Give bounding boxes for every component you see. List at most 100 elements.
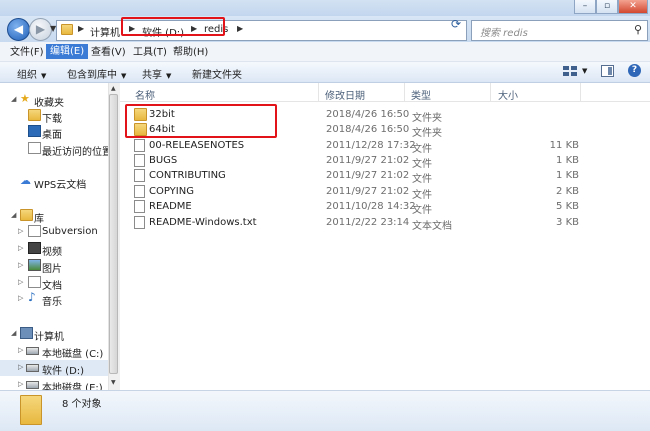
list-item[interactable]: README 2011/10/28 14:32 文件 5 KB bbox=[120, 199, 640, 216]
column-divider[interactable] bbox=[404, 83, 405, 101]
expand-toggle-icon[interactable]: ◢ bbox=[11, 329, 16, 337]
search-icon[interactable]: ⚲ bbox=[634, 23, 642, 36]
subversion-icon bbox=[28, 225, 41, 237]
nav-label: 库 bbox=[34, 214, 44, 225]
folder-icon bbox=[61, 24, 73, 35]
column-type[interactable]: 类型 bbox=[411, 87, 431, 102]
column-size[interactable]: 大小 bbox=[498, 87, 518, 102]
expand-toggle-icon[interactable]: ▷ bbox=[18, 363, 23, 371]
list-item[interactable]: COPYING 2011/9/27 21:02 文件 2 KB bbox=[120, 184, 640, 201]
nav-drive-c[interactable]: ▷ 本地磁盘 (C:) bbox=[0, 343, 118, 360]
list-item[interactable]: CONTRIBUTING 2011/9/27 21:02 文件 1 KB bbox=[120, 168, 640, 185]
nav-drive-d[interactable]: ▷ 软件 (D:) bbox=[0, 360, 118, 377]
nav-video[interactable]: ▷ 视频 bbox=[0, 241, 118, 258]
file-icon bbox=[134, 216, 145, 229]
column-name[interactable]: 名称 bbox=[135, 87, 155, 102]
nav-subversion[interactable]: ▷ Subversion bbox=[0, 224, 118, 240]
file-size: 11 KB bbox=[549, 140, 579, 151]
close-button[interactable]: ✕ bbox=[618, 0, 648, 14]
list-item[interactable]: README-Windows.txt 2011/2/22 23:14 文本文档 … bbox=[120, 215, 640, 232]
nav-scroll-thumb[interactable] bbox=[109, 94, 118, 374]
maximize-button[interactable]: ▫ bbox=[596, 0, 618, 14]
view-chevron-down-icon[interactable]: ▼ bbox=[582, 67, 587, 75]
recent-places-icon bbox=[28, 142, 41, 154]
library-icon bbox=[20, 209, 33, 221]
view-options-icon[interactable] bbox=[562, 65, 578, 77]
video-icon bbox=[28, 242, 41, 254]
list-item[interactable]: 00-RELEASENOTES 2011/12/28 17:32 文件 11 K… bbox=[120, 138, 640, 155]
expand-toggle-icon[interactable]: ▷ bbox=[18, 294, 23, 302]
file-icon bbox=[134, 200, 145, 213]
menu-help[interactable]: 帮助(H) bbox=[169, 45, 212, 60]
expand-toggle-icon[interactable]: ▷ bbox=[18, 244, 23, 252]
file-icon bbox=[134, 154, 145, 167]
organize-label: 组织 bbox=[17, 70, 37, 81]
breadcrumb-separator-icon[interactable]: ▶ bbox=[237, 24, 243, 33]
breadcrumb-computer[interactable]: 计算机 bbox=[90, 24, 120, 39]
drive-icon bbox=[26, 364, 39, 372]
organize-button[interactable]: 组织 ▼ bbox=[17, 66, 46, 81]
scroll-down-icon[interactable]: ▼ bbox=[111, 379, 116, 386]
drive-icon bbox=[26, 381, 39, 389]
star-icon: ★ bbox=[20, 92, 30, 105]
file-size: 1 KB bbox=[556, 155, 579, 166]
desktop-icon bbox=[28, 125, 41, 137]
expand-toggle-icon[interactable]: ▷ bbox=[18, 227, 23, 235]
expand-toggle-icon[interactable]: ◢ bbox=[11, 211, 16, 219]
nav-desktop[interactable]: 桌面 bbox=[0, 124, 118, 141]
expand-toggle-icon[interactable]: ▷ bbox=[18, 261, 23, 269]
scroll-up-icon[interactable]: ▲ bbox=[111, 85, 116, 92]
nav-documents[interactable]: ▷ 文档 bbox=[0, 275, 118, 292]
menu-tools[interactable]: 工具(T) bbox=[129, 45, 171, 60]
nav-label: WPS云文档 bbox=[34, 180, 87, 191]
downloads-folder-icon bbox=[28, 109, 41, 121]
refresh-icon[interactable]: ⟳ bbox=[451, 17, 461, 31]
column-divider[interactable] bbox=[318, 83, 319, 101]
file-icon bbox=[134, 185, 145, 198]
nav-computer[interactable]: ◢ 计算机 bbox=[0, 326, 118, 343]
nav-libraries[interactable]: ◢ 库 bbox=[0, 208, 118, 225]
file-name: README bbox=[149, 201, 192, 212]
nav-pictures[interactable]: ▷ 图片 bbox=[0, 258, 118, 275]
nav-recent[interactable]: 最近访问的位置 bbox=[0, 141, 118, 158]
music-icon: ♪ bbox=[28, 290, 36, 304]
file-name: README-Windows.txt bbox=[149, 217, 257, 228]
back-arrow-icon[interactable]: ◀ bbox=[7, 18, 30, 41]
minimize-button[interactable]: – bbox=[574, 0, 596, 14]
nav-label: 音乐 bbox=[42, 297, 62, 308]
forward-arrow-icon[interactable]: ▶ bbox=[29, 18, 52, 41]
include-library-button[interactable]: 包含到库中 ▼ bbox=[67, 66, 126, 81]
breadcrumb-separator-icon[interactable]: ▶ bbox=[78, 24, 84, 33]
column-modified[interactable]: 修改日期 bbox=[325, 87, 365, 102]
address-bar[interactable]: ▶ 计算机 ▶ 软件 (D:) ▶ redis ▶ ▼ bbox=[56, 20, 500, 41]
nav-downloads[interactable]: 下载 bbox=[0, 108, 118, 125]
column-divider[interactable] bbox=[580, 83, 581, 101]
column-divider[interactable] bbox=[490, 83, 491, 101]
list-item[interactable]: BUGS 2011/9/27 21:02 文件 1 KB bbox=[120, 153, 640, 170]
menu-file[interactable]: 文件(F) bbox=[6, 45, 48, 60]
navigation-pane: ◢ ★ 收藏夹 下载 桌面 最近访问的位置 ☁ WPS云文档 ◢ 库 ▷ Sub… bbox=[0, 83, 120, 394]
menu-view[interactable]: 查看(V) bbox=[87, 45, 130, 60]
include-library-label: 包含到库中 bbox=[67, 70, 117, 81]
search-input[interactable]: 搜索 redis ⚲ bbox=[471, 20, 648, 41]
share-button[interactable]: 共享 ▼ bbox=[142, 66, 171, 81]
nav-label: 本地磁盘 (C:) bbox=[42, 349, 104, 360]
expand-toggle-icon[interactable]: ▷ bbox=[18, 278, 23, 286]
menu-edit[interactable]: 编辑(E) bbox=[46, 44, 89, 59]
search-placeholder: 搜索 redis bbox=[480, 28, 528, 39]
status-bar: 8 个对象 bbox=[0, 390, 650, 431]
expand-toggle-icon[interactable]: ▷ bbox=[18, 346, 23, 354]
nav-music[interactable]: ▷ ♪ 音乐 bbox=[0, 290, 118, 308]
new-folder-button[interactable]: 新建文件夹 bbox=[192, 66, 242, 81]
nav-label: 视频 bbox=[42, 247, 62, 258]
expand-toggle-icon[interactable]: ▷ bbox=[18, 380, 23, 388]
expand-toggle-icon[interactable]: ◢ bbox=[11, 95, 16, 103]
annotation-highlight-folders bbox=[125, 104, 277, 138]
documents-icon bbox=[28, 276, 41, 288]
nav-label: 图片 bbox=[42, 264, 62, 275]
help-icon[interactable]: ? bbox=[628, 64, 641, 77]
nav-label: 计算机 bbox=[34, 332, 64, 343]
nav-wps[interactable]: ☁ WPS云文档 bbox=[0, 174, 118, 191]
nav-favorites[interactable]: ◢ ★ 收藏夹 bbox=[0, 92, 118, 109]
preview-pane-icon[interactable] bbox=[601, 65, 614, 77]
